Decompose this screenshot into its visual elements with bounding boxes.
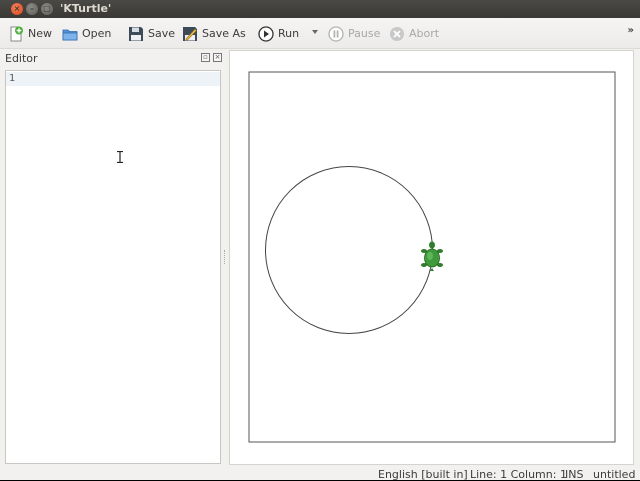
title-bar: × – □ 'KTurtle': [0, 0, 640, 18]
floppy-disk-icon: [129, 26, 143, 41]
maximize-window-button[interactable]: □: [41, 3, 53, 15]
main-toolbar: New Open Save Save As Run Pause Abort »: [0, 18, 640, 49]
editor-dock-header: Editor ▫ ×: [0, 50, 226, 66]
run-speed-dropdown-arrow[interactable]: [312, 30, 318, 34]
current-line-highlight: [6, 72, 220, 86]
save-as-icon: [183, 26, 197, 41]
save-as-button[interactable]: Save As: [182, 24, 246, 43]
save-as-button-label: Save As: [202, 27, 246, 40]
open-folder-icon: [62, 29, 78, 40]
kturtle-window: × – □ 'KTurtle' New Open Save Save As Ru…: [0, 0, 640, 481]
save-button[interactable]: Save: [128, 24, 175, 43]
new-document-icon: [10, 26, 23, 41]
abort-button-label: Abort: [409, 27, 440, 40]
new-button-label: New: [28, 27, 52, 40]
filename-status: untitled: [593, 468, 636, 481]
cursor-position-status: Line: 1 Column: 1: [470, 468, 567, 481]
new-button[interactable]: New: [8, 24, 52, 43]
open-button-label: Open: [82, 27, 112, 40]
line-number: 1: [9, 73, 16, 84]
open-button[interactable]: Open: [62, 24, 111, 43]
editor-title: Editor: [5, 52, 38, 65]
code-editor[interactable]: 1: [5, 70, 221, 464]
language-status: English [built in]: [378, 468, 468, 481]
abort-button[interactable]: Abort: [389, 24, 439, 43]
run-button-label: Run: [278, 27, 300, 40]
turtle-canvas-panel: [229, 50, 634, 465]
window-title: 'KTurtle': [60, 2, 112, 15]
minimize-window-button[interactable]: –: [26, 3, 38, 15]
pause-icon: [328, 25, 344, 42]
run-button[interactable]: Run: [258, 24, 299, 43]
close-dock-button[interactable]: ×: [213, 53, 222, 62]
float-dock-button[interactable]: ▫: [201, 53, 210, 62]
close-window-button[interactable]: ×: [11, 3, 23, 15]
status-bar: English [built in] Line: 1 Column: 1 INS…: [0, 466, 640, 481]
turtle-canvas: [248, 71, 616, 443]
play-icon: [258, 25, 274, 42]
toolbar-overflow-button[interactable]: »: [628, 25, 634, 36]
pause-button[interactable]: Pause: [328, 24, 380, 43]
save-button-label: Save: [148, 27, 176, 40]
pause-button-label: Pause: [348, 27, 381, 40]
abort-icon: [390, 26, 404, 41]
panel-splitter-handle[interactable]: [224, 250, 226, 264]
insert-mode-status: INS: [565, 468, 584, 481]
text-cursor-icon: [117, 151, 123, 163]
